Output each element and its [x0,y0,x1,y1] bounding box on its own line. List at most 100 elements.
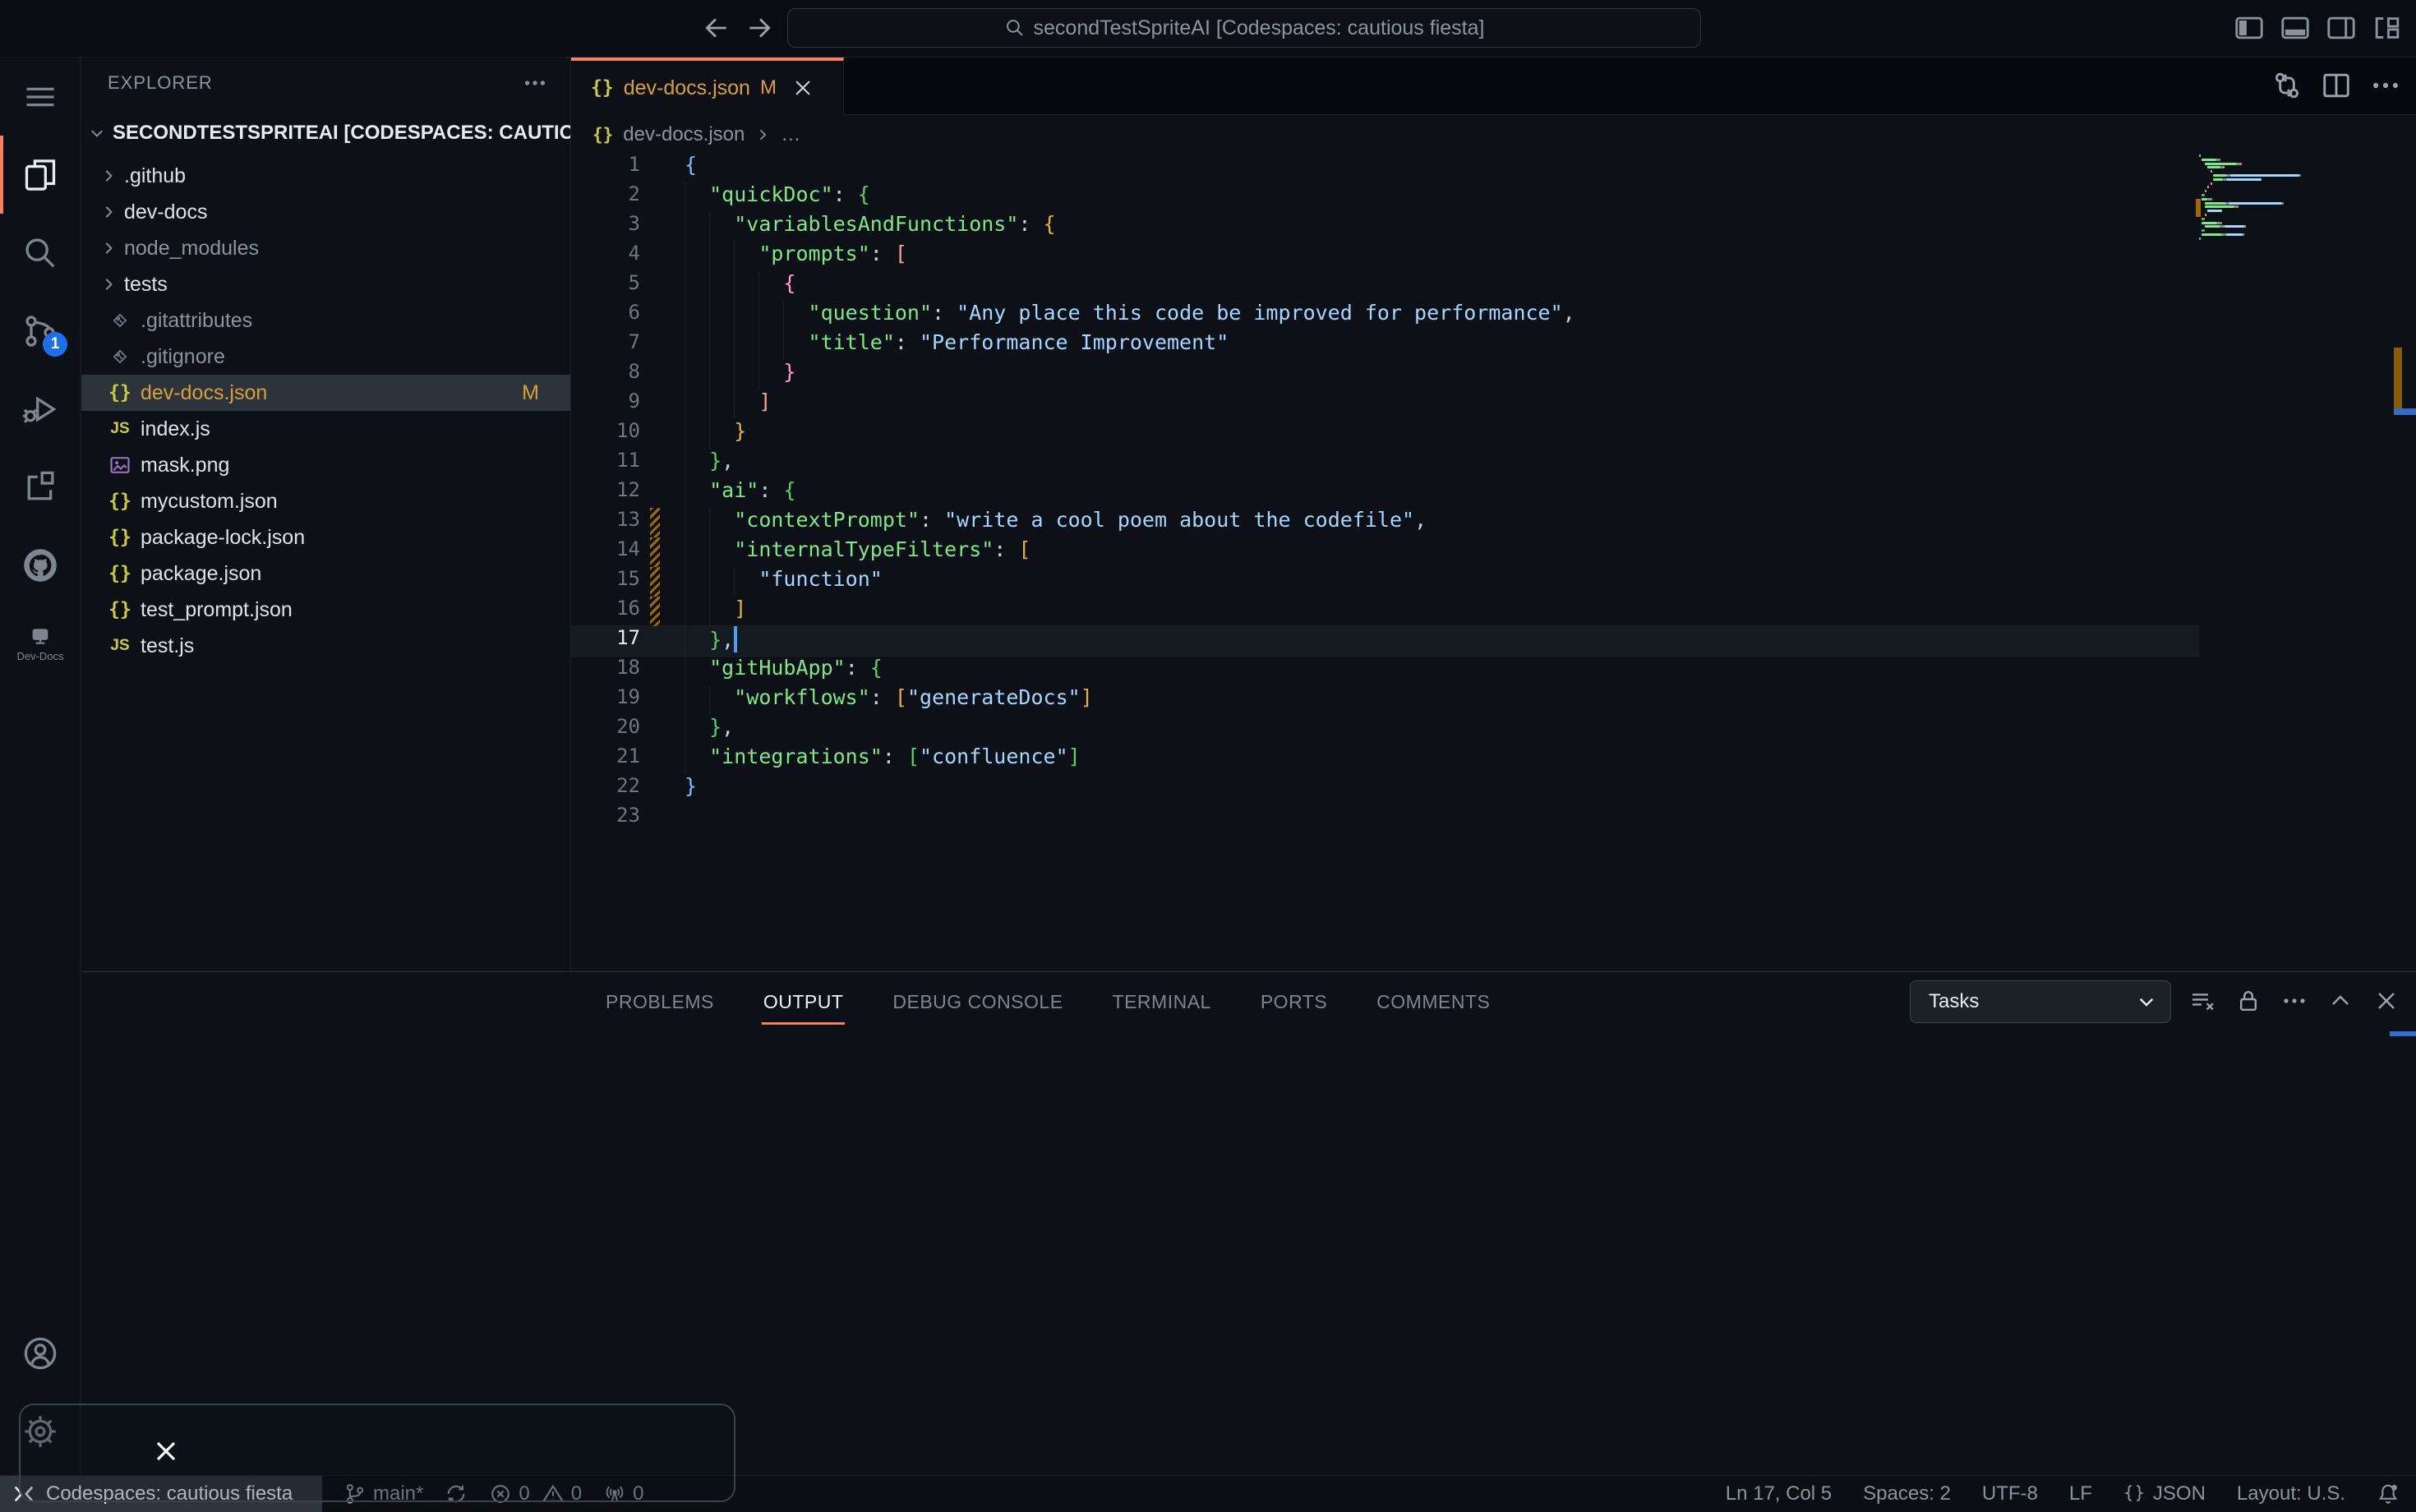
code-line-3[interactable]: 3 "variablesAndFunctions": { [571,212,2199,242]
activity-item-explorer[interactable] [0,136,81,214]
tree-item-index.js[interactable]: JSindex.js [81,411,570,447]
code-line-12[interactable]: 12 "ai": { [571,478,2199,508]
chevron-down-icon [88,124,106,142]
status-language-mode[interactable]: JSON [2123,1482,2206,1505]
code-line-2[interactable]: 2 "quickDoc": { [571,182,2199,212]
code-line-20[interactable]: 20 }, [571,715,2199,744]
search-text: secondTestSpriteAI [Codespaces: cautious… [1034,16,1485,40]
gutter [640,744,657,774]
layout-panel-icon[interactable] [2280,12,2312,45]
activity-item-source-control[interactable]: 1 [0,292,81,370]
split-editor-button[interactable] [2321,70,2354,103]
status-label: Spaces: 2 [1863,1482,1951,1505]
status-eol[interactable]: LF [2069,1482,2092,1505]
overview-ruler[interactable] [2394,58,2416,971]
tab-dev-docs-json[interactable]: {} dev-docs.json M [571,58,844,115]
tree-item-package.json[interactable]: {}package.json [81,555,570,592]
gutter [640,656,657,685]
activity-item-search[interactable] [0,214,81,292]
code-line-10[interactable]: 10 } [571,419,2199,449]
gutter [640,774,657,804]
code-line-21[interactable]: 21 "integrations": ["confluence"] [571,744,2199,774]
line-number: 4 [571,242,640,271]
status-encoding[interactable]: UTF-8 [1982,1482,2038,1505]
forward-button[interactable] [743,12,776,44]
gutter [640,508,657,537]
tree-item-test_prompt.json[interactable]: {}test_prompt.json [81,592,570,628]
code-line-19[interactable]: 19 "workflows": ["generateDocs"] [571,685,2199,715]
tree-item-.gitignore[interactable]: .gitignore [81,339,570,375]
tab-label: dev-docs.json [624,76,750,100]
explorer-more-icon[interactable] [523,71,547,95]
panel-tab-problems[interactable]: PROBLEMS [604,984,716,1020]
open-changes-button[interactable] [2271,70,2304,103]
panel-tab-terminal[interactable]: TERMINAL [1111,984,1213,1020]
tree-item-.gitattributes[interactable]: .gitattributes [81,302,570,339]
code-line-11[interactable]: 11 }, [571,449,2199,478]
line-number: 15 [571,567,640,597]
empty-tooltip [19,1404,735,1502]
scm-badge: 1 [43,332,67,357]
code-line-9[interactable]: 9 ] [571,390,2199,419]
more-actions-button[interactable] [2281,988,2309,1016]
code-line-4[interactable]: 4 "prompts": [ [571,242,2199,271]
code-line-6[interactable]: 6 "question": "Any place this code be im… [571,301,2199,330]
code-line-7[interactable]: 7 "title": "Performance Improvement" [571,330,2199,360]
json-file-icon: {} [592,125,613,145]
breadcrumb[interactable]: {} dev-docs.json … [571,116,2416,154]
lock-scroll-button[interactable] [2235,988,2263,1016]
code-text: "question": "Any place this code be impr… [657,301,2199,330]
tree-item-package-lock.json[interactable]: {}package-lock.json [81,519,570,555]
dropdown-value: Tasks [1929,990,1979,1013]
panel-tab-output[interactable]: OUTPUT [762,984,846,1020]
code-line-17[interactable]: 17 }, [571,626,2199,656]
workspace-section-header[interactable]: SECONDTESTSPRITEAI [CODESPACES: CAUTIO..… [81,108,570,158]
code-text: ] [657,597,2199,626]
code-line-16[interactable]: 16 ] [571,597,2199,626]
status-keyboard-layout[interactable]: Layout: U.S. [2237,1482,2345,1505]
code-line-15[interactable]: 15 "function" [571,567,2199,597]
gutter [640,478,657,508]
clear-output-button[interactable] [2189,988,2217,1016]
code-line-14[interactable]: 14 "internalTypeFilters": [ [571,537,2199,567]
notifications-bell[interactable] [2377,1482,2400,1505]
code-line-23[interactable]: 23 [571,804,2199,833]
output-channel-dropdown[interactable]: Tasks [1910,980,2171,1023]
tree-item-.github[interactable]: .github [81,158,570,194]
code-line-5[interactable]: 5 { [571,271,2199,301]
code-line-13[interactable]: 13 "contextPrompt": "write a cool poem a… [571,508,2199,537]
minimap[interactable] [2199,154,2344,253]
tree-item-node_modules[interactable]: node_modules [81,230,570,266]
code-editor[interactable]: 1{2 "quickDoc": {3 "variablesAndFunction… [571,153,2199,833]
activity-item-github[interactable] [0,526,81,604]
tree-item-test.js[interactable]: JStest.js [81,628,570,664]
close-panel-button[interactable] [2373,988,2401,1016]
layout-sidebar-right-icon[interactable] [2326,12,2358,45]
tree-item-dev-docs[interactable]: dev-docs [81,194,570,230]
code-text: "title": "Performance Improvement" [657,330,2199,360]
activity-item-run-debug[interactable] [0,370,81,448]
tree-item-dev-docs.json[interactable]: {}dev-docs.jsonM [81,375,570,411]
back-button[interactable] [700,12,733,44]
layout-sidebar-left-icon[interactable] [2234,12,2266,45]
code-line-18[interactable]: 18 "gitHubApp": { [571,656,2199,685]
tree-item-mycustom.json[interactable]: {}mycustom.json [81,483,570,519]
status-cursor-position[interactable]: Ln 17, Col 5 [1726,1482,1832,1505]
close-icon[interactable] [791,76,814,99]
panel-tab-comments[interactable]: COMMENTS [1375,984,1492,1020]
activity-item-dev-docs[interactable]: Dev-Docs [0,604,81,682]
command-center-search[interactable]: secondTestSpriteAI [Codespaces: cautious… [787,8,1701,48]
code-line-22[interactable]: 22} [571,774,2199,804]
activity-item-account[interactable] [0,1314,81,1392]
tree-item-tests[interactable]: tests [81,266,570,302]
panel-tab-ports[interactable]: PORTS [1259,984,1329,1020]
code-line-8[interactable]: 8 } [571,360,2199,390]
activity-item-menu[interactable] [0,58,81,136]
status-indentation[interactable]: Spaces: 2 [1863,1482,1951,1505]
activity-item-extensions[interactable] [0,448,81,526]
tree-item-mask.png[interactable]: mask.png [81,447,570,483]
maximize-panel-button[interactable] [2327,988,2355,1016]
panel-tab-debug-console[interactable]: DEBUG CONSOLE [891,984,1064,1020]
layout-customize-icon[interactable] [2372,12,2404,45]
code-line-1[interactable]: 1{ [571,153,2199,182]
